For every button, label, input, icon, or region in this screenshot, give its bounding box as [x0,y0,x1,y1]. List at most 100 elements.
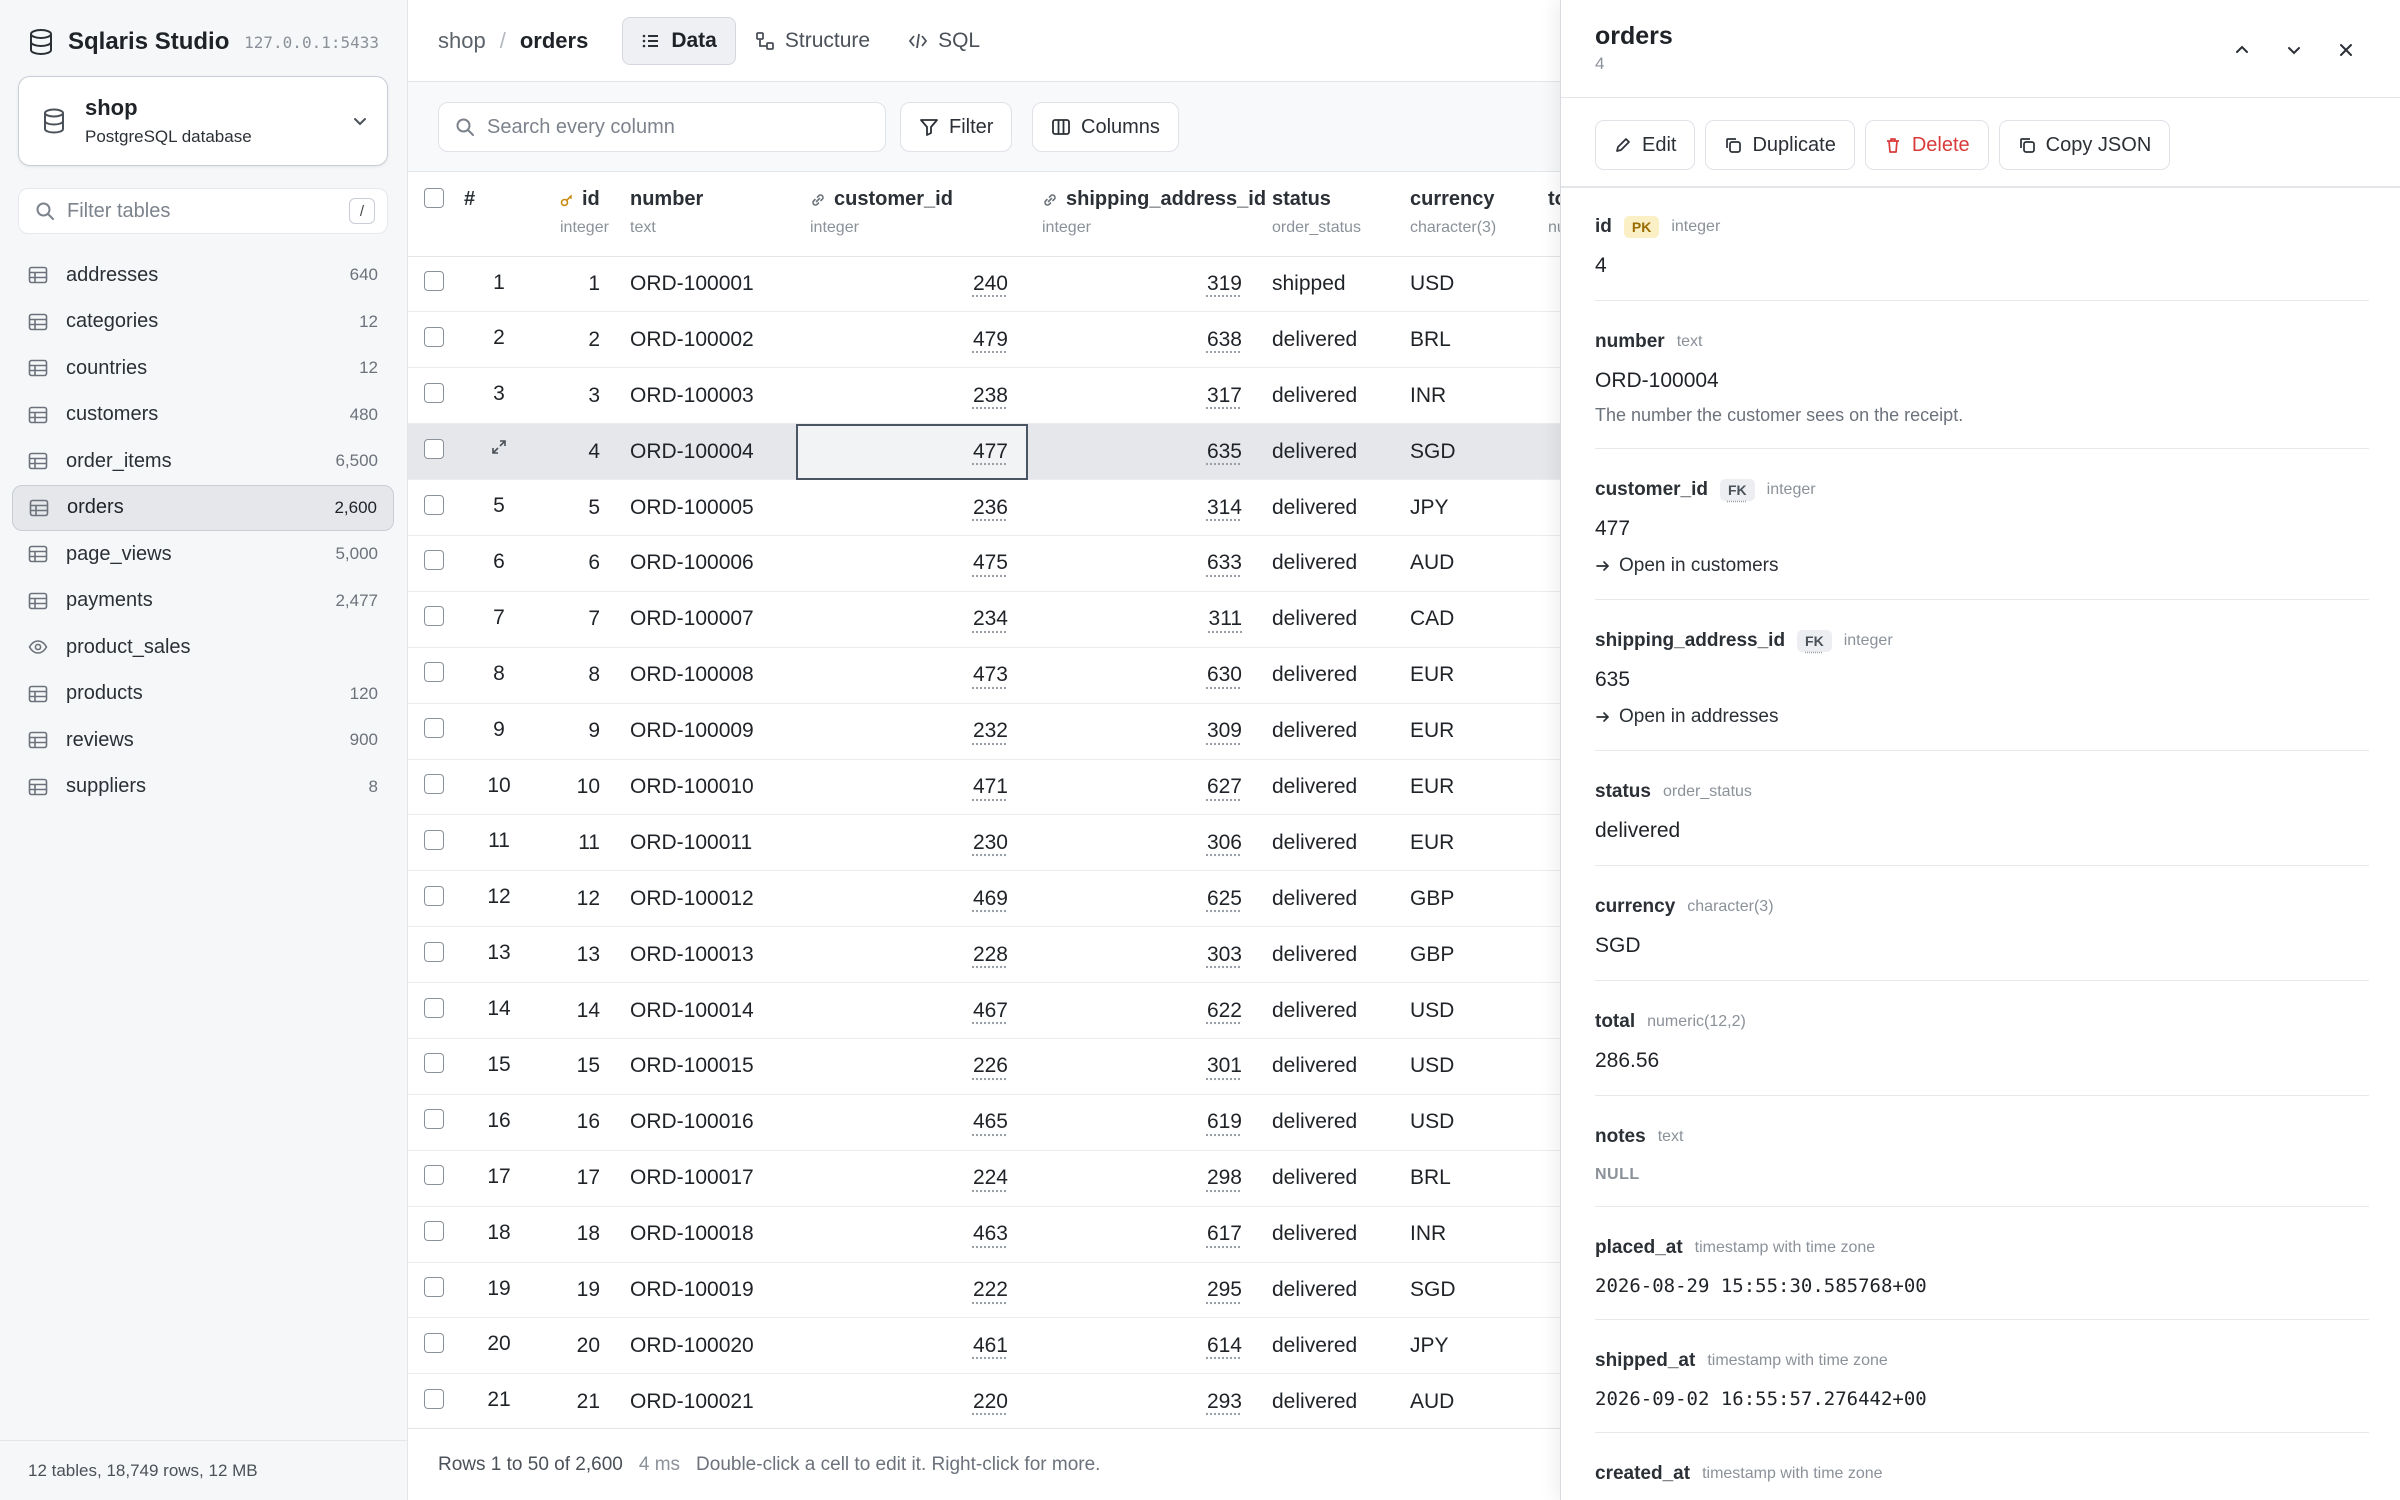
cell-customer-id[interactable]: 475 [796,535,1028,592]
fk-value[interactable]: 311 [1209,607,1242,630]
cell-shipping-address-id[interactable]: 309 [1028,703,1260,760]
cell-shipping-address-id[interactable]: 301 [1028,1038,1260,1095]
row-checkbox[interactable] [424,662,444,683]
cell-id[interactable]: 10 [534,759,614,816]
fk-value[interactable]: 477 [973,440,1008,463]
fk-value[interactable]: 236 [973,496,1008,519]
sidebar-item-reviews[interactable]: reviews 900 [12,717,394,764]
cell-total[interactable] [1538,367,1560,425]
table-row[interactable]: 21 21 ORD-100021 220 293 delivered AUD [408,1373,1560,1428]
cell-shipping-address-id[interactable]: 314 [1028,479,1260,536]
fk-value[interactable]: 633 [1207,551,1242,574]
cell-shipping-address-id[interactable]: 311 [1028,591,1260,648]
cell-id[interactable]: 11 [534,814,614,872]
row-checkbox[interactable] [424,1053,444,1074]
row-checkbox[interactable] [424,1332,444,1353]
open-related-link[interactable]: Open in customers [1595,555,2369,577]
fk-value[interactable]: 317 [1207,384,1242,407]
field-value[interactable]: delivered [1595,819,2369,843]
cell-total[interactable] [1538,759,1560,816]
fk-value[interactable]: 306 [1207,831,1242,854]
cell-shipping-address-id[interactable]: 303 [1028,926,1260,984]
fk-value[interactable]: 298 [1207,1166,1242,1189]
cell-customer-id[interactable]: 479 [796,311,1028,369]
cell-id[interactable]: 15 [534,1038,614,1095]
cell-customer-id[interactable]: 230 [796,814,1028,872]
cell-total[interactable] [1538,870,1560,928]
cell-number[interactable]: ORD-100010 [614,759,796,816]
fk-value[interactable]: 232 [973,719,1008,742]
cell-number[interactable]: ORD-100012 [614,870,796,928]
fk-value[interactable]: 614 [1207,1334,1242,1357]
cell-number[interactable]: ORD-100020 [614,1317,796,1375]
cell-currency[interactable]: CAD [1398,591,1538,648]
cell-status[interactable]: delivered [1260,647,1398,704]
cell-number[interactable]: ORD-100018 [614,1206,796,1263]
table-row[interactable]: 4 ORD-100004 477 635 delivered SGD [408,423,1560,481]
cell-customer-id[interactable]: 226 [796,1038,1028,1095]
fk-value[interactable]: 319 [1207,272,1242,295]
cell-id[interactable]: 7 [534,591,614,648]
delete-button[interactable]: Delete [1864,120,1989,170]
cell-total[interactable] [1538,926,1560,984]
cell-id[interactable]: 21 [534,1373,614,1428]
cell-status[interactable]: delivered [1260,1094,1398,1151]
cell-total[interactable] [1538,1094,1560,1151]
cell-id[interactable]: 12 [534,870,614,928]
row-checkbox[interactable] [424,885,444,906]
table-row[interactable]: 14 14 ORD-100014 467 622 delivered USD [408,982,1560,1039]
cell-total[interactable] [1538,1206,1560,1263]
cell-number[interactable]: ORD-100005 [614,479,796,536]
sidebar-item-order-items[interactable]: order_items 6,500 [12,438,394,485]
open-related-link[interactable]: Open in addresses [1595,706,2369,728]
cell-currency[interactable]: GBP [1398,870,1538,928]
fk-value[interactable]: 220 [973,1390,1008,1413]
cell-shipping-address-id[interactable]: 614 [1028,1317,1260,1375]
cell-customer-id[interactable]: 220 [796,1373,1028,1428]
sidebar-item-customers[interactable]: customers 480 [12,392,394,439]
cell-id[interactable]: 6 [534,535,614,592]
cell-total[interactable] [1538,814,1560,872]
cell-total[interactable] [1538,256,1560,313]
tab-structure[interactable]: Structure [736,17,889,65]
cell-currency[interactable]: USD [1398,256,1538,313]
fk-value[interactable]: 622 [1207,999,1242,1022]
field-value[interactable]: 2026-08-29 15:55:30.585768+00 [1595,1275,2369,1297]
cell-customer-id[interactable]: 473 [796,647,1028,704]
cell-shipping-address-id[interactable]: 617 [1028,1206,1260,1263]
cell-shipping-address-id[interactable]: 317 [1028,367,1260,425]
row-checkbox[interactable] [424,997,444,1018]
cell-id[interactable]: 14 [534,982,614,1039]
cell-currency[interactable]: INR [1398,367,1538,425]
fk-value[interactable]: 238 [973,384,1008,407]
cell-id[interactable]: 19 [534,1262,614,1319]
cell-total[interactable] [1538,1262,1560,1319]
field-value[interactable]: 477 [1595,517,2369,541]
sidebar-item-orders[interactable]: orders 2,600 [12,484,394,531]
fk-value[interactable]: 635 [1207,440,1242,463]
cell-currency[interactable]: INR [1398,1206,1538,1263]
field-value[interactable]: 4 [1595,254,2369,278]
column-header-total[interactable]: to nu [1538,172,1560,257]
table-row[interactable]: 19 19 ORD-100019 222 295 delivered SGD [408,1262,1560,1319]
fk-value[interactable]: 226 [973,1054,1008,1077]
table-row[interactable]: 6 6 ORD-100006 475 633 delivered AUD [408,535,1560,592]
cell-id[interactable]: 3 [534,367,614,425]
sidebar-item-product-sales[interactable]: product_sales [12,624,394,671]
cell-number[interactable]: ORD-100015 [614,1038,796,1095]
table-row[interactable]: 11 11 ORD-100011 230 306 delivered EUR [408,814,1560,872]
fk-value[interactable]: 627 [1207,775,1242,798]
row-checkbox[interactable] [424,829,444,850]
sidebar-item-payments[interactable]: payments 2,477 [12,578,394,625]
fk-value[interactable]: 619 [1207,1110,1242,1133]
cell-currency[interactable]: USD [1398,1038,1538,1095]
cell-shipping-address-id[interactable]: 635 [1028,423,1260,481]
cell-status[interactable]: delivered [1260,926,1398,984]
column-header-customer-id[interactable]: customer_id integer [796,172,1028,257]
cell-customer-id[interactable]: 467 [796,982,1028,1039]
fk-value[interactable]: 222 [973,1278,1008,1301]
fk-value[interactable]: 479 [973,328,1008,351]
cell-id[interactable]: 4 [534,423,614,481]
cell-number[interactable]: ORD-100011 [614,814,796,872]
cell-shipping-address-id[interactable]: 319 [1028,256,1260,313]
